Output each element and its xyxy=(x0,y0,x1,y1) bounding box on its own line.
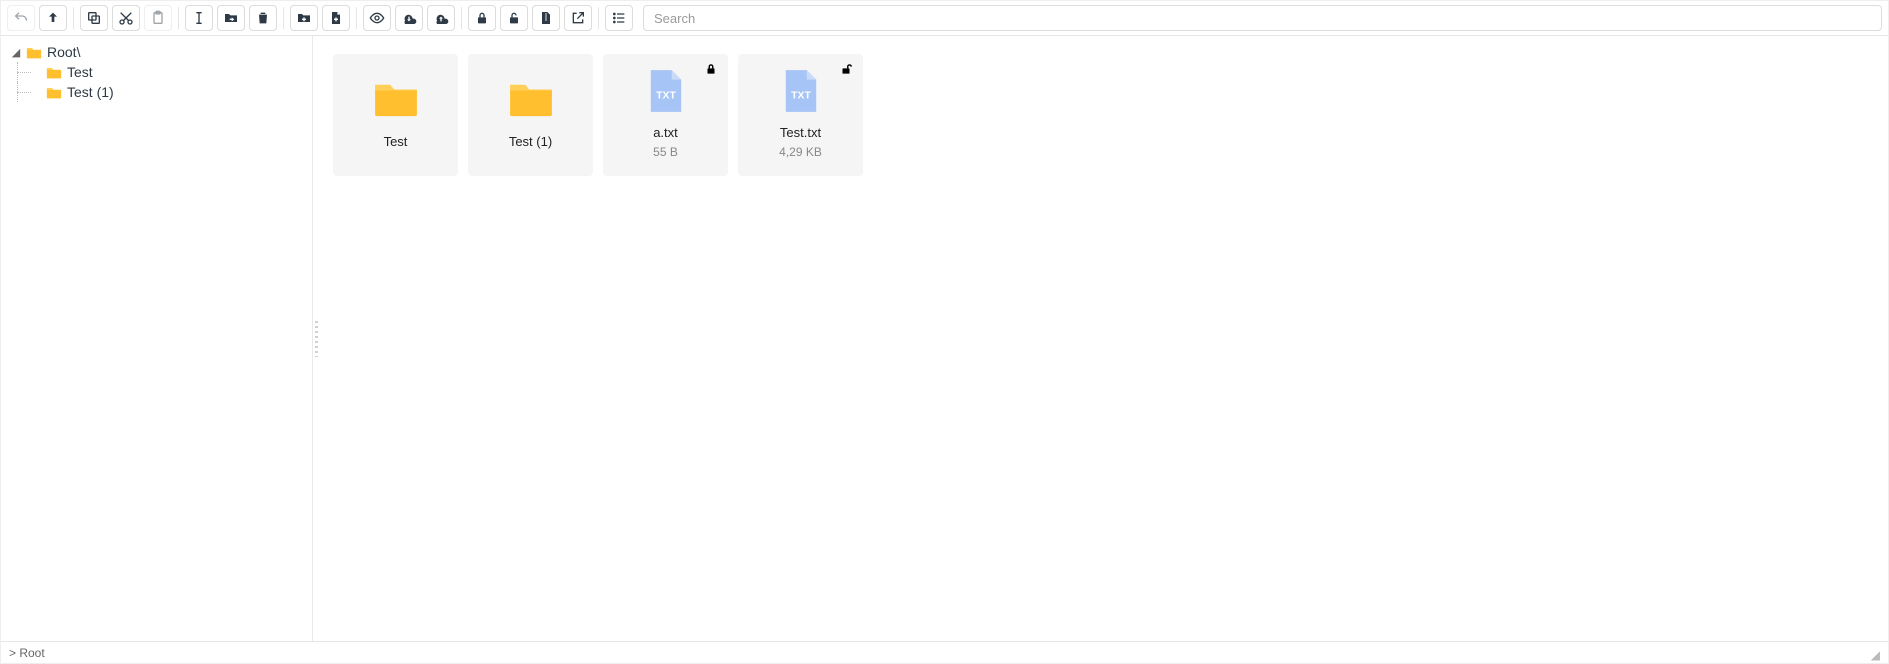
unlock-icon xyxy=(839,62,853,79)
folder-tree: ◢ Root\ Test xyxy=(1,36,313,641)
tree-node-child[interactable]: Test xyxy=(9,62,308,82)
breadcrumb[interactable]: > Root xyxy=(9,646,45,660)
upload-button[interactable] xyxy=(427,5,455,31)
toolbar xyxy=(1,1,1888,36)
new-folder-button[interactable] xyxy=(290,5,318,31)
toolbar-separator xyxy=(598,7,599,29)
svg-text:TXT: TXT xyxy=(791,91,811,102)
folder-icon xyxy=(45,65,63,79)
tile-file[interactable]: TXT a.txt 55 B xyxy=(603,54,728,176)
svg-text:TXT: TXT xyxy=(656,91,676,102)
tile-name: Test.txt xyxy=(780,125,821,141)
folder-icon xyxy=(25,45,43,59)
toolbar-separator xyxy=(73,7,74,29)
compress-button[interactable] xyxy=(532,5,560,31)
toolbar-separator xyxy=(178,7,179,29)
status-bar: > Root ◢ xyxy=(1,641,1888,663)
file-manager: ◢ Root\ Test xyxy=(0,0,1889,664)
rename-button[interactable] xyxy=(185,5,213,31)
collapse-icon[interactable]: ◢ xyxy=(9,46,23,59)
paste-button[interactable] xyxy=(144,5,172,31)
tree-node-label: Root\ xyxy=(47,44,80,60)
lock-button[interactable] xyxy=(468,5,496,31)
folder-icon xyxy=(373,80,419,120)
unlock-button[interactable] xyxy=(500,5,528,31)
content-pane: Test Test (1) TXT a.txt 55 B xyxy=(319,36,1888,641)
copy-button[interactable] xyxy=(80,5,108,31)
open-external-button[interactable] xyxy=(564,5,592,31)
folder-icon xyxy=(45,85,63,99)
download-button[interactable] xyxy=(395,5,423,31)
tile-folder[interactable]: Test (1) xyxy=(468,54,593,176)
tile-name: Test (1) xyxy=(509,134,552,150)
tree-node-label: Test (1) xyxy=(67,84,114,100)
main-area: ◢ Root\ Test xyxy=(1,36,1888,641)
preview-button[interactable] xyxy=(363,5,391,31)
tile-meta: 55 B xyxy=(653,145,678,159)
tile-file[interactable]: TXT Test.txt 4,29 KB xyxy=(738,54,863,176)
tile-folder[interactable]: Test xyxy=(333,54,458,176)
tree-node-child[interactable]: Test (1) xyxy=(9,82,308,102)
toolbar-separator xyxy=(461,7,462,29)
resize-grip-icon[interactable]: ◢ xyxy=(1871,648,1880,662)
search-container xyxy=(643,5,1882,31)
undo-button[interactable] xyxy=(7,5,35,31)
tile-name: a.txt xyxy=(653,125,678,141)
search-input[interactable] xyxy=(643,5,1882,31)
go-up-button[interactable] xyxy=(39,5,67,31)
new-file-button[interactable] xyxy=(322,5,350,31)
toolbar-separator xyxy=(283,7,284,29)
txt-file-icon: TXT xyxy=(778,71,824,111)
cut-button[interactable] xyxy=(112,5,140,31)
folder-icon xyxy=(508,80,554,120)
tile-name: Test xyxy=(384,134,408,150)
move-button[interactable] xyxy=(217,5,245,31)
tree-node-label: Test xyxy=(67,64,93,80)
tile-meta: 4,29 KB xyxy=(779,145,822,159)
lock-icon xyxy=(704,62,718,79)
list-view-button[interactable] xyxy=(605,5,633,31)
delete-button[interactable] xyxy=(249,5,277,31)
txt-file-icon: TXT xyxy=(643,71,689,111)
toolbar-separator xyxy=(356,7,357,29)
tree-node-root[interactable]: ◢ Root\ xyxy=(9,42,308,62)
